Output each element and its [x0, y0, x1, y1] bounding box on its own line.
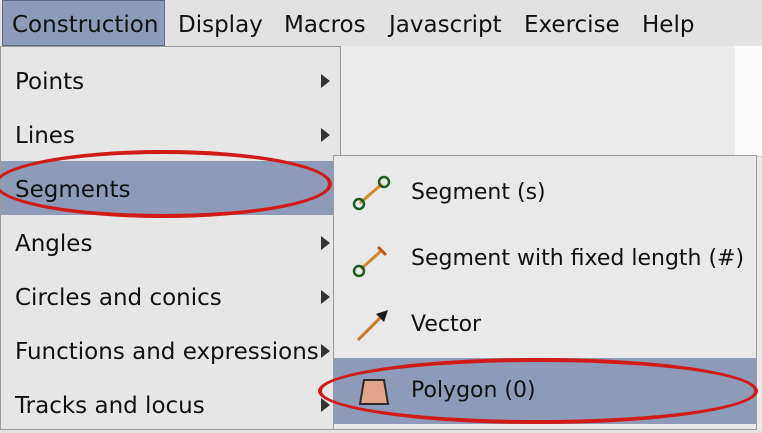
menu-macros[interactable]: Macros	[284, 0, 366, 46]
menu-item-lines[interactable]: Lines	[1, 107, 340, 161]
submenu-item-polygon[interactable]: Polygon (0)	[334, 358, 756, 424]
submenu-item-label: Segment with fixed length (#)	[411, 246, 745, 271]
menu-item-label: Angles	[15, 231, 93, 257]
segment-fixed-length-icon	[352, 245, 388, 278]
menu-item-tracks-and-locus[interactable]: Tracks and locus	[1, 377, 340, 431]
menu-item-points[interactable]: Points	[1, 53, 340, 107]
workspace-panel	[735, 46, 762, 156]
submenu-arrow-icon	[321, 290, 330, 304]
submenu-arrow-icon	[321, 236, 330, 250]
menu-construction[interactable]: Construction	[2, 0, 165, 46]
menu-bar: Construction Display Macros Javascript E…	[0, 0, 762, 47]
segments-submenu: Segment (s) Segment with fixed length (#…	[333, 155, 757, 430]
submenu-item-segment[interactable]: Segment (s)	[334, 160, 756, 226]
submenu-arrow-icon	[321, 74, 330, 88]
submenu-arrow-icon	[321, 344, 330, 358]
menu-display[interactable]: Display	[178, 0, 263, 46]
menu-item-label: Points	[15, 69, 85, 95]
polygon-icon	[358, 379, 390, 405]
construction-menu: Points Lines Segments Angles Circles and…	[0, 46, 341, 430]
menu-item-label: Tracks and locus	[15, 393, 205, 419]
submenu-arrow-icon	[321, 398, 330, 412]
menu-item-angles[interactable]: Angles	[1, 215, 340, 269]
menu-item-label: Circles and conics	[15, 285, 222, 311]
vector-icon	[356, 310, 388, 342]
submenu-arrow-icon	[321, 128, 330, 142]
menu-item-functions-and-expressions[interactable]: Functions and expressions	[1, 323, 340, 377]
submenu-item-label: Vector	[411, 312, 482, 337]
menu-item-segments[interactable]: Segments	[1, 161, 340, 215]
menu-item-label: Lines	[15, 123, 75, 149]
submenu-item-vector[interactable]: Vector	[334, 292, 756, 358]
submenu-item-label: Polygon (0)	[411, 378, 536, 403]
submenu-item-segment-fixed-length[interactable]: Segment with fixed length (#)	[334, 226, 756, 292]
menu-javascript[interactable]: Javascript	[389, 0, 502, 46]
menu-help[interactable]: Help	[642, 0, 694, 46]
segment-icon	[352, 175, 391, 211]
menu-item-label: Functions and expressions	[15, 339, 319, 365]
submenu-item-label: Segment (s)	[411, 180, 546, 205]
menu-exercise[interactable]: Exercise	[524, 0, 620, 46]
menu-item-label: Segments	[15, 177, 131, 203]
menu-item-circles-and-conics[interactable]: Circles and conics	[1, 269, 340, 323]
